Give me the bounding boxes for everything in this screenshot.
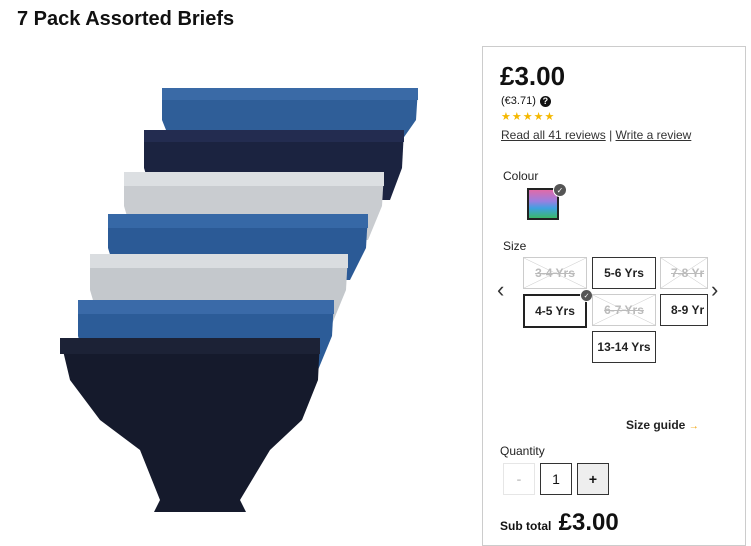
subtotal: Sub total £3.00 bbox=[500, 509, 619, 537]
quantity-increase-button[interactable]: + bbox=[577, 463, 609, 495]
size-option-13-14[interactable]: 13-14 Yrs bbox=[592, 331, 656, 363]
euro-price: (€3.71) ? bbox=[501, 95, 551, 107]
chevron-left-icon[interactable]: ‹ bbox=[497, 277, 504, 303]
star-icon: ★ bbox=[544, 111, 555, 123]
chevron-right-icon[interactable]: › bbox=[711, 277, 718, 303]
size-guide-label: Size guide bbox=[626, 418, 686, 432]
subtotal-label: Sub total bbox=[500, 519, 552, 533]
size-option-8-9[interactable]: 8-9 Yr bbox=[660, 294, 708, 326]
product-title: 7 Pack Assorted Briefs bbox=[17, 8, 235, 30]
reviews-separator: | bbox=[609, 128, 613, 142]
size-option-4-5[interactable]: 4-5 Yrs bbox=[523, 294, 587, 328]
read-reviews-link[interactable]: Read all 41 reviews bbox=[501, 128, 606, 142]
product-image bbox=[60, 88, 418, 512]
colour-label: Colour bbox=[503, 169, 539, 183]
rating-stars: ★ ★ ★ ★ ★ bbox=[501, 112, 554, 123]
quantity-input[interactable]: 1 bbox=[540, 463, 572, 495]
star-icon: ★ bbox=[501, 111, 511, 123]
size-label: Size bbox=[503, 239, 527, 253]
check-icon: ✓ bbox=[553, 183, 567, 197]
size-option-7-8[interactable]: 7-8 Yr bbox=[660, 257, 708, 289]
size-option-5-6[interactable]: 5-6 Yrs bbox=[592, 257, 656, 289]
star-icon: ★ bbox=[533, 111, 544, 123]
arrow-right-icon: → bbox=[688, 421, 699, 432]
reviews-row: Read all 41 reviews | Write a review bbox=[501, 128, 691, 142]
quantity-decrease-button[interactable]: - bbox=[503, 463, 535, 495]
write-review-link[interactable]: Write a review bbox=[616, 128, 692, 142]
subtotal-value: £3.00 bbox=[558, 509, 619, 536]
star-icon: ★ bbox=[511, 111, 522, 123]
price: £3.00 bbox=[500, 61, 566, 91]
size-option-3-4[interactable]: 3-4 Yrs bbox=[523, 257, 587, 289]
size-option-6-7[interactable]: 6-7 Yrs bbox=[592, 294, 656, 326]
purchase-panel: £3.00 (€3.71) ? ★ ★ ★ ★ ★ Read all 41 re… bbox=[482, 46, 746, 546]
help-icon[interactable]: ? bbox=[539, 95, 551, 107]
star-icon: ★ bbox=[522, 111, 533, 123]
size-guide-link[interactable]: Size guide → bbox=[626, 418, 699, 432]
euro-price-value: (€3.71) bbox=[501, 95, 536, 107]
quantity-label: Quantity bbox=[500, 444, 545, 458]
